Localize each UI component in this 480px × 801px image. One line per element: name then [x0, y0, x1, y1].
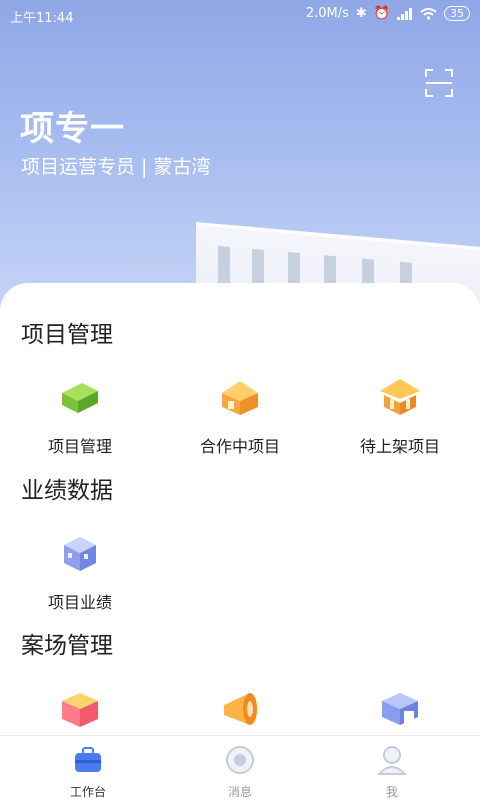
status-bar: 上午11:44 2.0M/s ✱ ⏰ 35	[0, 0, 480, 30]
bluetooth-icon: ✱	[355, 6, 367, 21]
workbench-panel: 项目管理 项目管理 合作中项目 待上架项目 业绩数据 项目业绩 案场管理	[0, 283, 480, 735]
printer-icon[interactable]	[374, 683, 426, 735]
item-project-performance[interactable]: 项目业绩	[10, 527, 150, 613]
status-time: 上午11:44	[10, 11, 74, 26]
green-blocks-icon	[62, 383, 98, 413]
item-label: 项目管理	[47, 437, 112, 456]
gift-box-icon[interactable]	[54, 683, 106, 735]
signal-icon	[397, 7, 412, 20]
tab-label: 消息	[227, 785, 252, 799]
header-hero: 上午11:44 2.0M/s ✱ ⏰ 35 项专一 项目运营专员 | 蒙古湾	[0, 0, 480, 330]
section-title-project-management: 项目管理	[21, 322, 113, 348]
item-label: 项目业绩	[47, 593, 112, 612]
user-role: 项目运营专员 | 蒙古湾	[21, 156, 211, 178]
tab-label: 我	[385, 785, 398, 799]
person-icon	[376, 746, 408, 775]
item-cooperating-projects[interactable]: 合作中项目	[170, 371, 310, 457]
bottom-tab-bar: 工作台 消息 我	[0, 735, 480, 801]
message-bubble-icon	[226, 746, 254, 774]
orange-house-icon	[222, 381, 258, 415]
item-label: 合作中项目	[199, 437, 280, 456]
net-speed: 2.0M/s	[305, 6, 349, 21]
user-name: 项专一	[20, 109, 125, 149]
orange-pavilion-icon	[380, 379, 420, 415]
item-project-management[interactable]: 项目管理	[10, 371, 150, 457]
megaphone-icon[interactable]	[214, 685, 266, 735]
tab-workbench[interactable]: 工作台	[48, 744, 128, 800]
section-title-sales-site-management: 案场管理	[21, 633, 113, 659]
battery-icon: 35	[444, 6, 470, 21]
item-label: 待上架项目	[359, 437, 440, 456]
briefcase-icon	[75, 747, 101, 772]
tab-messages[interactable]: 消息	[200, 744, 280, 800]
alarm-icon: ⏰	[373, 6, 390, 21]
blue-building-icon	[64, 537, 96, 571]
tab-label: 工作台	[69, 785, 106, 799]
tab-me[interactable]: 我	[352, 744, 432, 800]
item-pending-listing-projects[interactable]: 待上架项目	[330, 371, 470, 457]
wifi-icon	[420, 7, 437, 20]
scan-icon[interactable]	[424, 68, 454, 98]
section-title-performance-data: 业绩数据	[21, 478, 113, 504]
